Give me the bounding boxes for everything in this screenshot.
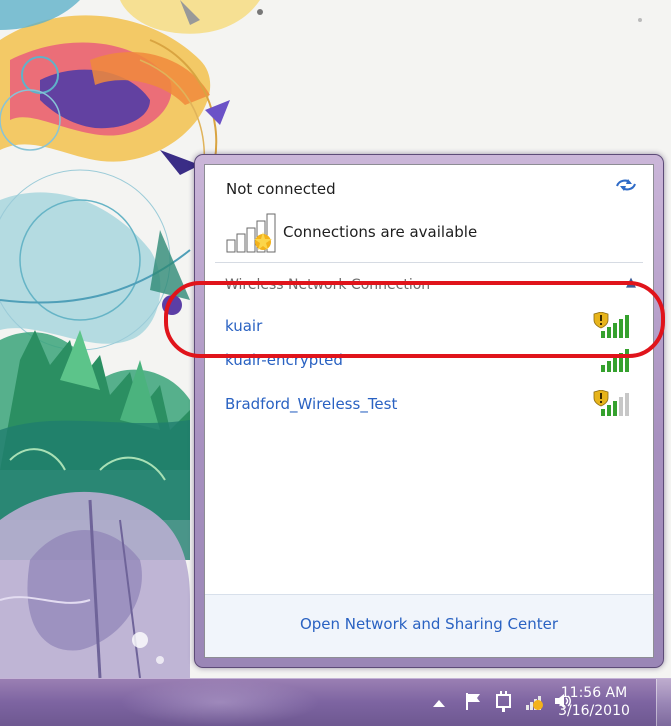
taskbar-glow (120, 679, 320, 726)
network-flyout-panel: Not connected Connections are available (204, 164, 654, 658)
collapse-chevron-icon[interactable]: ▲ (626, 275, 636, 290)
network-available-icon (225, 210, 281, 258)
connections-available-text: Connections are available (283, 223, 478, 241)
power-plug-icon[interactable] (494, 691, 514, 717)
flyout-footer: Open Network and Sharing Center (205, 594, 653, 657)
open-network-sharing-center-link[interactable]: Open Network and Sharing Center (205, 615, 653, 633)
taskbar-clock[interactable]: 11:56 AM 3/16/2010 (548, 684, 640, 720)
clock-date: 3/16/2010 (558, 703, 630, 719)
connection-status-title: Not connected (226, 180, 336, 198)
divider (215, 262, 643, 263)
clock-time: 11:56 AM (560, 685, 628, 701)
refresh-arrows-icon[interactable] (615, 177, 637, 197)
action-center-flag-icon[interactable] (463, 691, 483, 715)
secure-signal-icon (593, 311, 633, 344)
wireless-section-title: Wireless Network Connection (225, 277, 431, 293)
network-name: kuair (225, 317, 263, 335)
show-hidden-icons-arrow-icon[interactable] (432, 694, 446, 713)
signal-strength-icon (593, 346, 633, 378)
network-item-kuair[interactable]: kuair (215, 308, 643, 344)
network-name: kuair-encrypted (225, 351, 343, 369)
network-flyout: Not connected Connections are available (194, 154, 664, 668)
taskbar: 11:56 AM 3/16/2010 (0, 678, 671, 726)
show-desktop-button[interactable] (656, 679, 671, 726)
network-item-bradford-wireless-test[interactable]: Bradford_Wireless_Test (215, 386, 643, 422)
secure-signal-icon (593, 389, 633, 422)
network-name: Bradford_Wireless_Test (225, 395, 398, 413)
network-warning-icon[interactable] (525, 691, 547, 715)
network-item-kuair-encrypted[interactable]: kuair-encrypted (215, 342, 643, 378)
